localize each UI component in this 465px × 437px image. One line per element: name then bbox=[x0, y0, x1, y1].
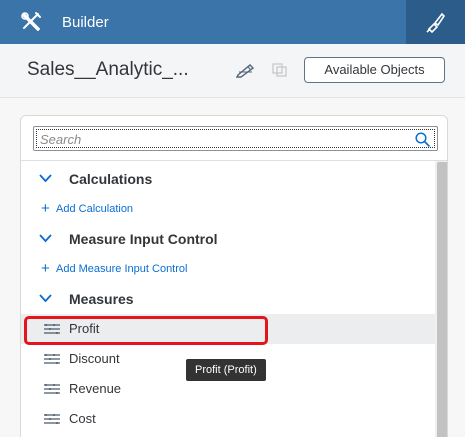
highlight-box bbox=[24, 316, 268, 345]
add-label[interactable]: Add Calculation bbox=[56, 203, 133, 215]
available-objects-button[interactable]: Available Objects bbox=[304, 57, 445, 83]
group-label: Measures bbox=[69, 291, 134, 307]
edit-pencil-icon[interactable] bbox=[236, 62, 256, 78]
add-calculation-link[interactable]: + Add Calculation bbox=[21, 194, 435, 224]
group-measures[interactable]: Measures bbox=[21, 284, 435, 314]
search-icon[interactable] bbox=[415, 132, 430, 147]
model-name[interactable]: Sales__Analytic_... bbox=[27, 59, 189, 81]
measure-label: Cost bbox=[69, 411, 96, 426]
chevron-down-icon[interactable] bbox=[39, 174, 52, 183]
model-toolbar: Sales__Analytic_... Available Objects bbox=[0, 44, 465, 98]
panel-title: Builder bbox=[62, 14, 109, 31]
designer-toggle-button[interactable] bbox=[406, 0, 465, 44]
group-label: Measure Input Control bbox=[69, 231, 218, 247]
builder-header: Builder bbox=[0, 0, 465, 44]
search-input[interactable] bbox=[40, 129, 400, 149]
copy-icon[interactable] bbox=[271, 62, 289, 78]
group-label: Calculations bbox=[69, 171, 153, 187]
objects-dropdown: Calculations + Add Calculation Measure I… bbox=[20, 115, 448, 437]
plus-icon: + bbox=[41, 260, 50, 277]
measure-label: Revenue bbox=[69, 381, 122, 396]
group-calculations[interactable]: Calculations bbox=[21, 164, 435, 194]
chevron-down-icon[interactable] bbox=[39, 294, 52, 303]
divider bbox=[21, 160, 447, 161]
tooltip: Profit (Profit) bbox=[186, 359, 266, 381]
plus-icon: + bbox=[41, 200, 50, 217]
measure-icon bbox=[44, 384, 60, 394]
tools-icon bbox=[21, 12, 41, 31]
search-field[interactable] bbox=[33, 126, 438, 151]
add-label[interactable]: Add Measure Input Control bbox=[56, 263, 187, 275]
measure-icon bbox=[44, 414, 60, 424]
measure-label: Discount bbox=[69, 351, 120, 366]
add-measure-input-control-link[interactable]: + Add Measure Input Control bbox=[21, 254, 435, 284]
chevron-down-icon[interactable] bbox=[39, 234, 52, 243]
scrollbar-thumb[interactable] bbox=[437, 162, 447, 437]
paint-brush-icon bbox=[426, 12, 445, 33]
measure-icon bbox=[44, 354, 60, 364]
measure-item-cost[interactable]: Cost bbox=[21, 404, 435, 434]
group-measure-input-control[interactable]: Measure Input Control bbox=[21, 224, 435, 254]
